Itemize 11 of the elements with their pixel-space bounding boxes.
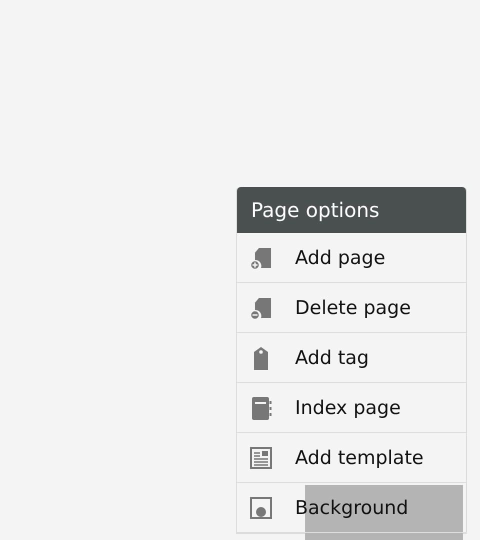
- menu-title: Page options: [237, 187, 466, 233]
- image-icon: [249, 496, 273, 520]
- menu-item[interactable]: Add template: [237, 433, 466, 483]
- delete-page-icon: [249, 296, 273, 320]
- menu-item[interactable]: Add page: [237, 233, 466, 283]
- menu-item[interactable]: Add tag: [237, 333, 466, 383]
- notebook-icon: [249, 396, 273, 420]
- add-page-icon: [249, 246, 273, 270]
- template-icon: [249, 446, 273, 470]
- menu-item[interactable]: Delete page: [237, 283, 466, 333]
- menu-item[interactable]: Index page: [237, 383, 466, 433]
